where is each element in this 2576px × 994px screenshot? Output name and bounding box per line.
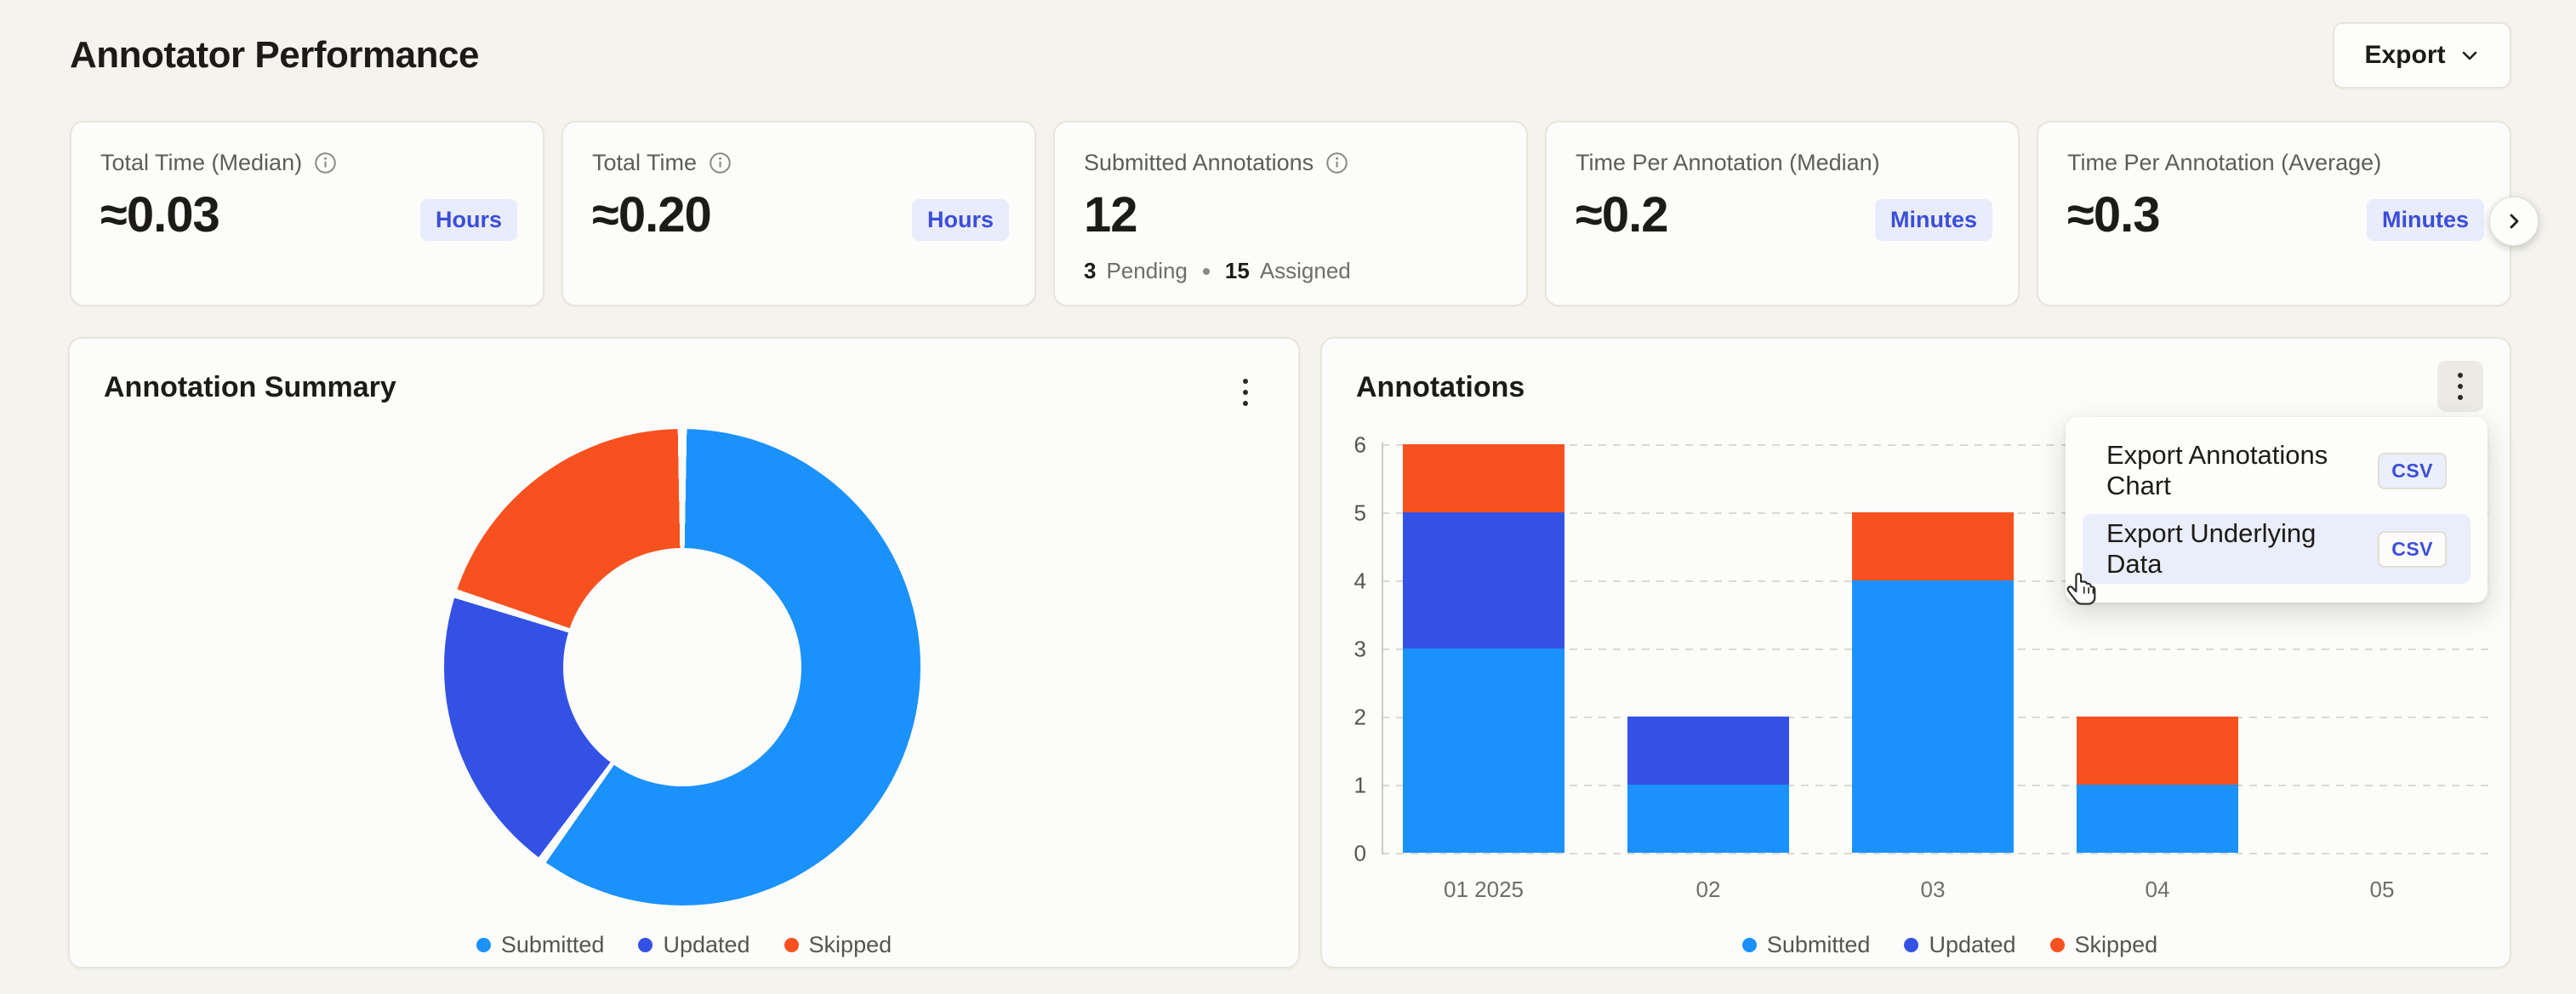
export-menu: Export Annotations Chart CSV Export Unde… [2066,417,2488,603]
bar-segment-submitted [1852,580,2014,853]
bar-segment-submitted [1403,648,1564,853]
kpi-label: Time Per Annotation (Average) [2067,150,2381,176]
legend-label: Skipped [809,932,892,958]
annotation-summary-donut-chart [444,429,920,905]
x-axis-category-label: 05 [2270,877,2494,903]
legend-dot-icon [1904,938,1918,952]
y-axis-tick-label: 0 [1322,841,1366,867]
legend-dot-icon [476,938,491,952]
x-axis-category-label: 02 [1596,877,1821,903]
bar-segment-submitted [2077,785,2238,853]
legend-item: Updated [638,932,749,958]
page-title: Annotator Performance [70,34,479,77]
legend-item: Submitted [476,932,605,958]
kpi-card-total-time-median: Total Time (Median) ≈0.03 Hours [70,121,544,306]
legend-label: Skipped [2075,932,2158,958]
kpi-card-total-time: Total Time ≈0.20 Hours [561,121,1036,306]
y-axis-tick-label: 1 [1322,773,1366,799]
csv-badge: CSV [2378,531,2447,568]
kpi-value: 12 [1084,186,1497,243]
x-axis-category-label: 01 2025 [1371,877,1596,903]
legend-dot-icon [784,938,799,952]
kpi-label: Submitted Annotations [1084,150,1314,176]
legend-label: Updated [663,932,749,958]
unit-badge: Hours [912,199,1009,241]
unit-badge: Hours [420,199,517,241]
y-axis-tick-label: 2 [1322,705,1366,731]
bar-segment-skipped [1403,444,1564,512]
kpi-label: Total Time [592,150,697,176]
legend-item: Skipped [784,932,892,958]
x-axis-category-label: 03 [1821,877,2045,903]
menu-item-label: Export Annotations Chart [2106,440,2362,501]
legend-dot-icon [2050,938,2065,952]
y-axis-line [1382,443,1383,854]
kebab-menu-icon[interactable] [1227,369,1264,415]
legend-label: Submitted [1767,932,1871,958]
chevron-right-icon [2504,211,2524,231]
info-icon[interactable] [709,151,732,174]
menu-item-export-underlying-data[interactable]: Export Underlying Data CSV [2083,514,2471,584]
kpi-card-time-per-annotation-average: Time Per Annotation (Average) ≈0.3 Minut… [2037,121,2511,306]
y-axis-tick-label: 6 [1322,432,1366,459]
bar-segment-updated [1403,512,1564,648]
kpi-card-footer: 3 Pending 15 Assigned [1084,258,1351,284]
assigned-label: Assigned [1260,258,1351,284]
dot-separator [1203,268,1210,275]
menu-item-export-annotations-chart[interactable]: Export Annotations Chart CSV [2083,436,2471,506]
legend-item: Skipped [2050,932,2158,958]
chevron-down-icon [2459,45,2480,66]
menu-item-label: Export Underlying Data [2106,518,2362,580]
gridline [1382,853,2494,854]
donut-hole [563,548,801,786]
legend-item: Updated [1904,932,2015,958]
carousel-next-button[interactable] [2489,197,2539,246]
kpi-label: Total Time (Median) [100,150,302,176]
unit-badge: Minutes [1875,199,1992,241]
annotations-panel: Annotations 654321001 202502030405 Submi… [1320,337,2511,968]
unit-badge: Minutes [2367,199,2484,241]
legend-label: Submitted [501,932,605,958]
csv-badge: CSV [2378,453,2447,489]
legend-label: Updated [1929,932,2015,958]
export-button-label: Export [2364,41,2445,70]
annotation-summary-panel: Annotation Summary Submitted Updated Skipp… [68,337,1300,968]
kpi-label: Time Per Annotation (Median) [1576,150,1880,176]
y-axis-tick-label: 4 [1322,568,1366,595]
info-icon[interactable] [1325,151,1348,174]
bar-segment-updated [1627,717,1789,785]
bar-segment-skipped [2077,717,2238,785]
legend-item: Submitted [1742,932,1871,958]
kpi-card-time-per-annotation-median: Time Per Annotation (Median) ≈0.2 Minute… [1545,121,2020,306]
export-button[interactable]: Export [2333,22,2511,89]
kpi-card-submitted-annotations: Submitted Annotations 12 3 Pending 15 As… [1053,121,1528,306]
assigned-count: 15 [1225,258,1250,284]
bar-chart-legend: Submitted Updated Skipped [1322,928,2510,962]
bar-segment-skipped [1852,512,2014,580]
donut-legend: Submitted Updated Skipped [70,928,1298,962]
y-axis-tick-label: 3 [1322,637,1366,663]
info-icon[interactable] [314,151,337,174]
y-axis-tick-label: 5 [1322,500,1366,527]
pending-label: Pending [1106,258,1187,284]
legend-dot-icon [1742,938,1757,952]
bar-segment-submitted [1627,785,1789,853]
legend-dot-icon [638,938,653,952]
pending-count: 3 [1084,258,1096,284]
x-axis-category-label: 04 [2045,877,2270,903]
panel-title: Annotation Summary [104,371,396,404]
